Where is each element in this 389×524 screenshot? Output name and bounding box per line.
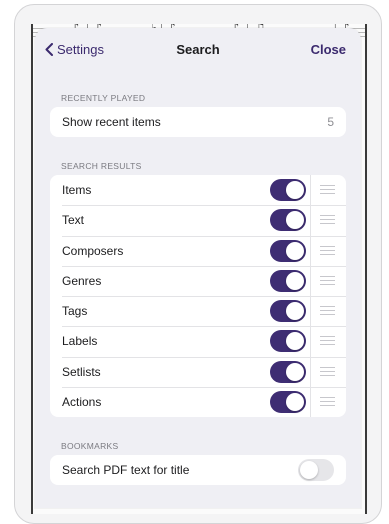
row-label: Setlists (62, 364, 101, 379)
genres-toggle[interactable] (270, 269, 306, 292)
row-label: Genres (62, 273, 102, 288)
recently-played-group: Show recent items 5 (50, 107, 346, 138)
row-label: Tags (62, 304, 88, 319)
drag-handle-icon[interactable] (320, 185, 335, 195)
navigation-bar: Settings Search Close (35, 28, 361, 70)
close-button[interactable]: Close (311, 42, 346, 57)
bookmarks-group: Search PDF text for title (50, 455, 346, 486)
drag-handle-icon[interactable] (320, 275, 335, 286)
search-result-row-setlists: Setlists (50, 356, 346, 387)
search-result-row-labels: Labels (50, 326, 346, 356)
recent-items-count: 5 (327, 115, 334, 130)
section-header-bookmarks: BOOKMARKS (61, 441, 119, 451)
search-settings-panel: Settings Search Close RECENTLY PLAYED Sh… (35, 28, 361, 508)
labels-toggle[interactable] (270, 330, 306, 353)
row-label: Actions (62, 394, 102, 409)
toggle-knob (286, 392, 304, 411)
row-label: Composers (62, 243, 124, 258)
toggle-knob (300, 461, 318, 479)
search-pdf-text-toggle[interactable] (298, 459, 334, 481)
search-result-row-text: Text (50, 205, 346, 235)
section-header-search-results: SEARCH RESULTS (61, 161, 142, 171)
drag-handle-icon[interactable] (320, 396, 335, 407)
search-result-row-genres: Genres (50, 265, 346, 296)
actions-toggle[interactable] (270, 390, 306, 413)
search-result-row-tags: Tags (50, 296, 346, 326)
toggle-knob (286, 211, 304, 230)
drag-handle-icon[interactable] (320, 306, 335, 316)
row-label: Show recent items (62, 115, 161, 130)
section-header-recently-played: RECENTLY PLAYED (61, 93, 146, 103)
items-toggle[interactable] (270, 179, 306, 201)
search-pdf-text-row: Search PDF text for title (50, 455, 346, 485)
row-label: Labels (62, 334, 98, 349)
toggle-knob (286, 362, 304, 381)
row-label: Text (62, 213, 85, 228)
search-result-row-composers: Composers (50, 235, 346, 266)
row-label: Search PDF text for title (62, 463, 190, 478)
toggle-knob (286, 181, 304, 199)
tags-toggle[interactable] (270, 300, 306, 322)
text-toggle[interactable] (270, 209, 306, 232)
composers-toggle[interactable] (270, 239, 306, 262)
row-label: Items (62, 183, 92, 198)
toggle-knob (286, 241, 304, 260)
search-result-row-items: Items (50, 175, 346, 205)
drag-handle-icon[interactable] (320, 215, 335, 225)
search-results-group: Items Text Composers Genres Tags Labels (50, 175, 346, 417)
setlists-toggle[interactable] (270, 360, 306, 383)
toggle-knob (286, 332, 304, 351)
show-recent-items-row[interactable]: Show recent items 5 (50, 107, 346, 137)
drag-handle-icon[interactable] (320, 336, 335, 346)
drag-handle-icon[interactable] (320, 366, 335, 377)
drag-handle-icon[interactable] (320, 245, 335, 256)
toggle-knob (286, 302, 304, 320)
search-result-row-actions: Actions (50, 386, 346, 417)
toggle-knob (286, 271, 304, 290)
